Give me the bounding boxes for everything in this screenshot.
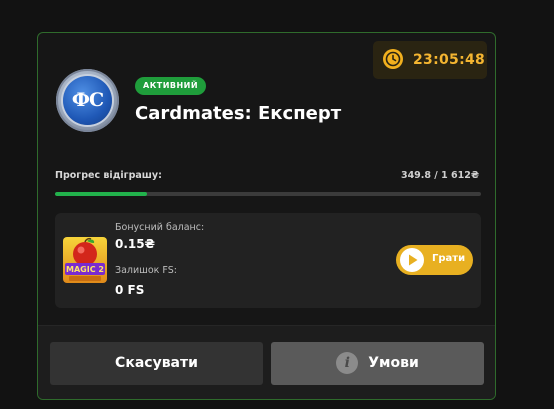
status-badge: АКТИВНИЙ <box>135 77 207 95</box>
play-icon <box>400 248 424 272</box>
bonus-coin-logo: ФС <box>56 69 119 132</box>
free-spins-value: 0 FS <box>115 283 145 297</box>
terms-button[interactable]: i Умови <box>271 342 484 385</box>
progress-label: Прогрес відіграшу: <box>55 170 162 181</box>
svg-text:MAGIC 2: MAGIC 2 <box>66 265 104 274</box>
cancel-button-label: Скасувати <box>115 355 198 371</box>
progress-bar-fill <box>55 192 148 196</box>
game-thumbnail[interactable]: MAGIC 2 <box>63 237 107 283</box>
coin-logo-text: ФС <box>63 76 112 125</box>
countdown-timer: 23:05:48 <box>373 41 487 79</box>
play-button-label: Грати <box>432 253 466 264</box>
progress-bar <box>55 192 481 196</box>
play-button[interactable]: Грати <box>396 245 473 275</box>
progress-value: 349.8 / 1 612₴ <box>400 170 479 181</box>
card-footer: Скасувати i Умови <box>38 325 495 399</box>
cancel-button[interactable]: Скасувати <box>50 342 263 385</box>
bonus-details-panel: MAGIC 2 Бонусний баланс: 0.15₴ Залишок F… <box>55 213 481 308</box>
info-icon: i <box>336 352 359 374</box>
timer-value: 23:05:48 <box>413 52 486 68</box>
clock-icon <box>383 49 403 69</box>
bonus-balance-value: 0.15₴ <box>115 237 155 251</box>
bonus-title: Cardmates: Експерт <box>135 103 342 124</box>
bonus-balance-label: Бонусний баланс: <box>115 222 205 233</box>
free-spins-label: Залишок FS: <box>115 265 177 276</box>
terms-button-label: Умови <box>368 355 419 371</box>
bonus-card: 23:05:48 ФС АКТИВНИЙ Cardmates: Експерт … <box>37 32 496 400</box>
